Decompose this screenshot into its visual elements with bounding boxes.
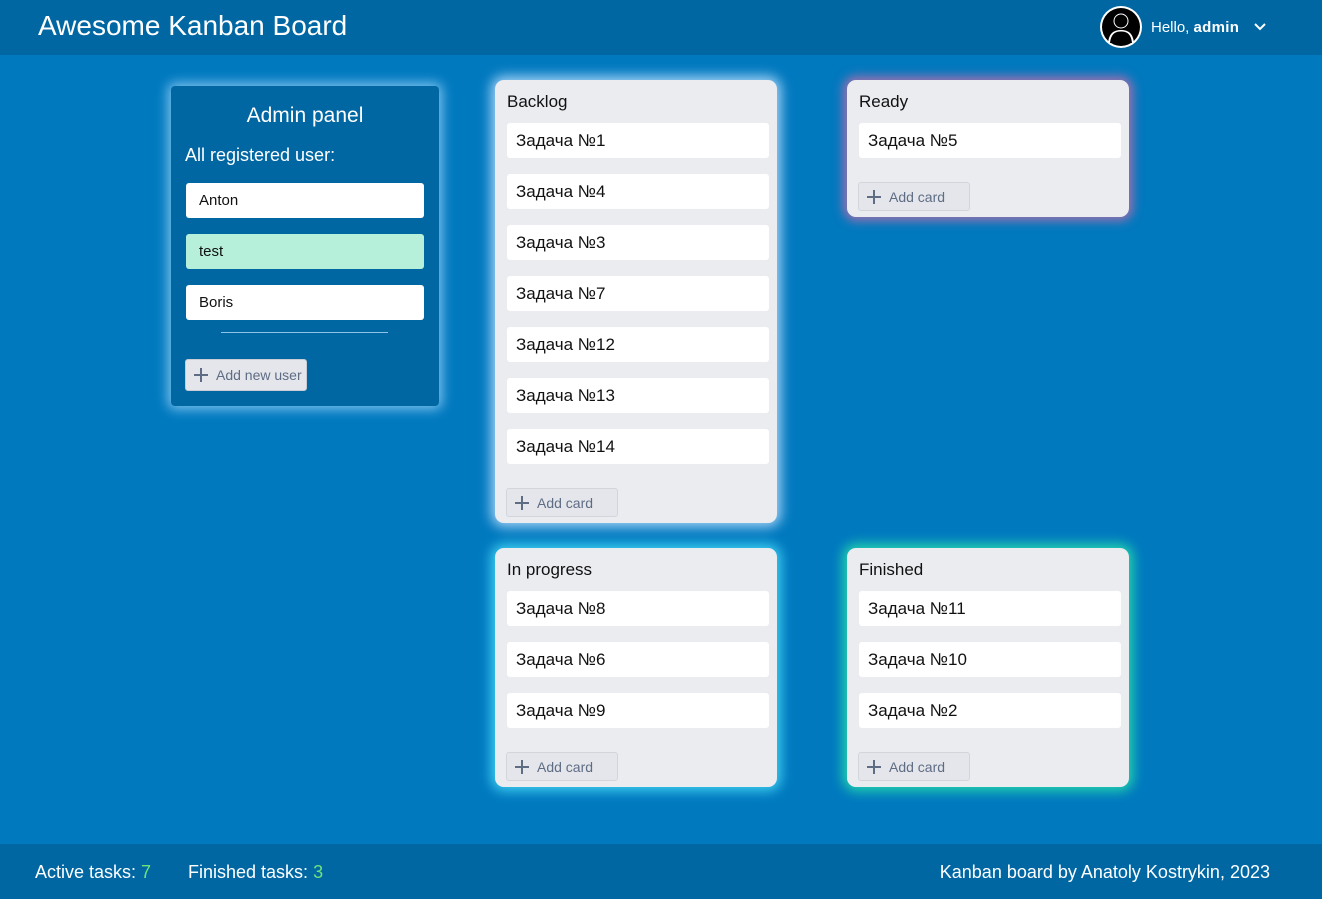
task-card[interactable]: Задача №9 [507, 693, 769, 728]
task-card[interactable]: Задача №7 [507, 276, 769, 311]
active-tasks-label: Active tasks: [35, 862, 137, 882]
task-card[interactable]: Задача №6 [507, 642, 769, 677]
add-card-label: Add card [537, 758, 594, 775]
user-greeting: Hello, admin [1151, 18, 1240, 36]
add-card-button[interactable]: Add card [858, 752, 970, 781]
user-silhouette-icon[interactable] [1100, 6, 1142, 48]
task-card[interactable]: Задача №3 [507, 225, 769, 260]
add-card-label: Add card [889, 758, 946, 775]
plus-icon [867, 759, 881, 774]
add-user-label: Add new user [216, 367, 302, 383]
add-card-button[interactable]: Add card [506, 752, 618, 781]
admin-panel: Admin panel All registered user: Anton t… [171, 86, 439, 406]
finished-tasks-stat: Finished tasks: 3 [188, 862, 323, 883]
plus-icon [867, 189, 881, 204]
column-title: Ready [859, 92, 909, 111]
column-in-progress: In progress Задача №8 Задача №6 Задача №… [495, 548, 777, 787]
task-card[interactable]: Задача №12 [507, 327, 769, 362]
plus-icon [515, 759, 529, 774]
chevron-down-icon[interactable] [1253, 22, 1267, 32]
column-finished: Finished Задача №11 Задача №10 Задача №2… [847, 548, 1129, 787]
task-card[interactable]: Задача №8 [507, 591, 769, 626]
plus-icon [194, 368, 208, 382]
add-card-label: Add card [889, 188, 946, 205]
task-card[interactable]: Задача №2 [859, 693, 1121, 728]
task-card[interactable]: Задача №1 [507, 123, 769, 158]
column-title: Finished [859, 560, 924, 579]
column-ready: Ready Задача №5 Add card [847, 80, 1129, 217]
user-item-boris[interactable]: Boris [186, 285, 424, 320]
add-card-button[interactable]: Add card [858, 182, 970, 211]
task-card[interactable]: Задача №10 [859, 642, 1121, 677]
task-card[interactable]: Задача №5 [859, 123, 1121, 158]
user-item-anton[interactable]: Anton [186, 183, 424, 218]
user-menu[interactable]: Hello, admin [1100, 6, 1267, 48]
footer-credit: Kanban board by Anatoly Kostrykin, 2023 [939, 862, 1270, 882]
app-footer: Active tasks: 7 Finished tasks: 3 Kanban… [0, 844, 1322, 899]
task-card[interactable]: Задача №11 [859, 591, 1121, 626]
app-title: Awesome Kanban Board [38, 10, 348, 41]
column-backlog: Backlog Задача №1 Задача №4 Задача №3 За… [495, 80, 777, 523]
finished-tasks-count: 3 [313, 862, 324, 882]
task-card[interactable]: Задача №4 [507, 174, 769, 209]
add-user-button[interactable]: Add new user [185, 359, 307, 391]
admin-panel-subtitle: All registered user: [185, 145, 336, 165]
add-card-button[interactable]: Add card [506, 488, 618, 517]
plus-icon [515, 495, 529, 510]
finished-tasks-label: Finished tasks: [188, 862, 309, 882]
admin-panel-title: Admin panel [246, 104, 364, 127]
column-title: In progress [507, 560, 593, 579]
admin-divider [221, 332, 388, 333]
add-card-label: Add card [537, 494, 594, 511]
column-title: Backlog [507, 92, 568, 111]
user-item-test[interactable]: test [186, 234, 424, 269]
active-tasks-count: 7 [141, 862, 152, 882]
active-tasks-stat: Active tasks: 7 [35, 862, 151, 883]
task-card[interactable]: Задача №14 [507, 429, 769, 464]
task-card[interactable]: Задача №13 [507, 378, 769, 413]
username: admin [1193, 18, 1240, 36]
app-header: Awesome Kanban Board Hello, admin [0, 0, 1322, 55]
